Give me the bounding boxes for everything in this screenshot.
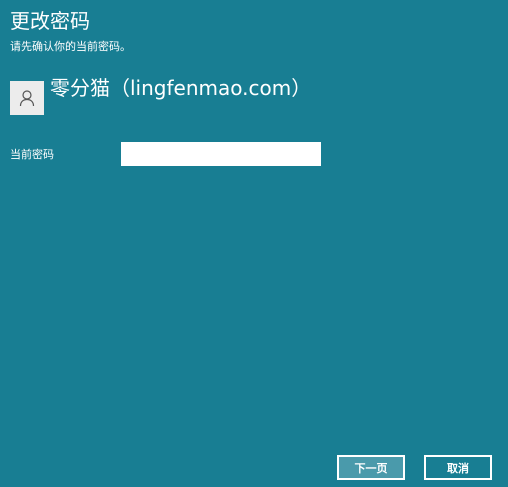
user-name: 零分猫（lingfenmao.com） <box>50 76 312 100</box>
avatar <box>10 81 44 115</box>
page-title: 更改密码 <box>10 9 90 33</box>
user-icon <box>19 90 35 107</box>
next-button[interactable]: 下一页 <box>337 455 405 480</box>
page-subtitle: 请先确认你的当前密码。 <box>10 40 131 53</box>
current-password-field[interactable] <box>121 142 321 166</box>
current-password-label: 当前密码 <box>10 148 54 161</box>
cancel-button[interactable]: 取消 <box>424 455 492 480</box>
